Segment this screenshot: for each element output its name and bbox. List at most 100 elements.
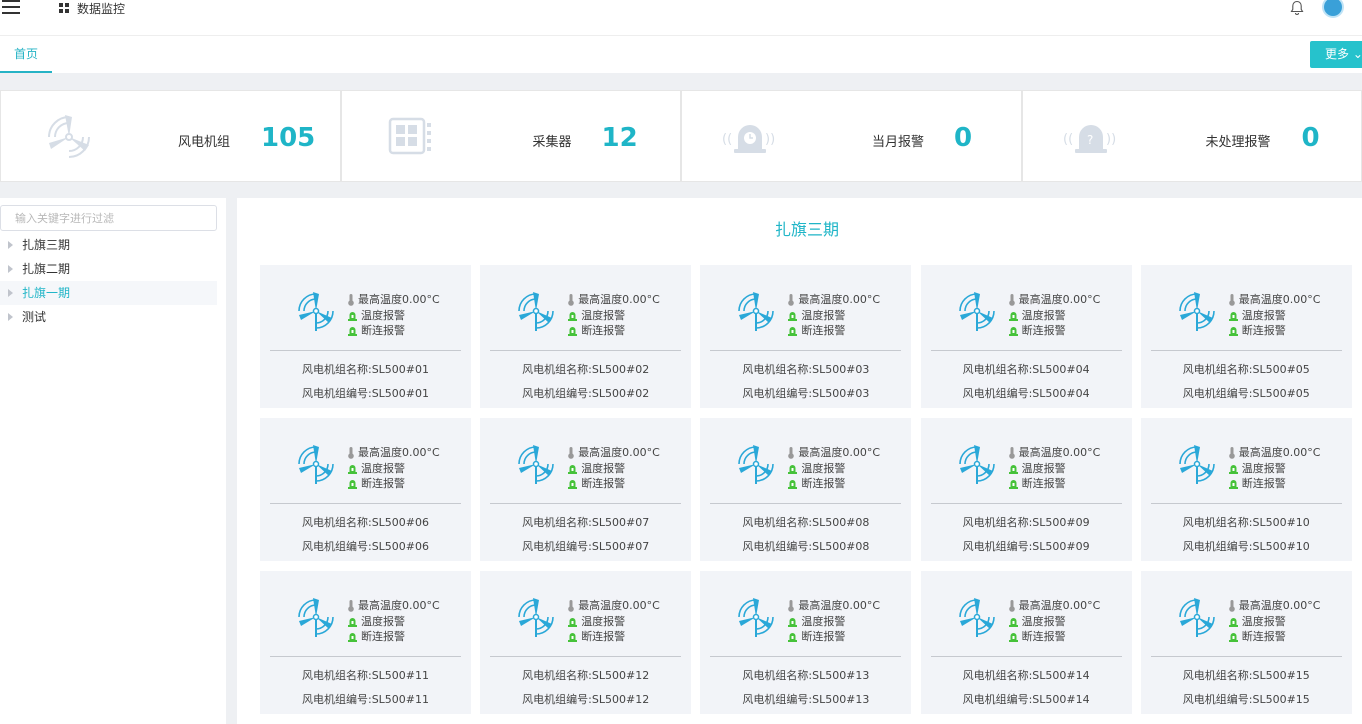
alarm-light-icon [1008, 311, 1018, 321]
svg-text:((: (( [722, 132, 732, 147]
stat-label: 未处理报警 [1205, 135, 1271, 150]
disconnect-alarm-line: 断连报警 [1228, 629, 1321, 645]
turbine-card[interactable]: 最高温度0.00°C 温度报警 断连报警 风电机组名称:SL500#06 风电机… [260, 418, 471, 561]
disconnect-alarm-line: 断连报警 [1008, 476, 1101, 492]
alarm-light-icon [348, 464, 357, 474]
alarm-light-icon [568, 617, 578, 627]
temp-alarm-line: 温度报警 [1228, 308, 1321, 324]
card-status: 最高温度0.00°C 温度报警 断连报警 [348, 445, 440, 492]
card-status: 最高温度0.00°C 温度报警 断连报警 [348, 598, 440, 645]
alarm-light-icon [1008, 633, 1018, 643]
max-temp-line: 最高温度0.00°C [568, 598, 660, 614]
menu-icon[interactable] [2, 0, 20, 14]
tree-item[interactable]: 扎旗二期 [0, 257, 217, 281]
card-divider [930, 503, 1122, 504]
disconnect-alarm-text: 断连报警 [801, 324, 846, 337]
stat-value: 105 [261, 123, 316, 153]
turbine-name: 风电机组名称:SL500#06 [301, 516, 430, 529]
temp-alarm-text: 温度报警 [581, 308, 626, 322]
turbine-name: 风电机组名称:SL500#14 [962, 669, 1090, 682]
bell-icon[interactable] [1289, 0, 1305, 16]
max-temp-line: 最高温度0.00°C [568, 445, 660, 461]
max-temp-text: 最高温度0.00°C [798, 446, 881, 459]
turbine-card[interactable]: 最高温度0.00°C 温度报警 断连报警 风电机组名称:SL500#15 风电机… [1140, 571, 1352, 714]
chevron-down-icon: ⌄ [1352, 47, 1362, 61]
turbine-card[interactable]: 最高温度0.00°C 温度报警 断连报警 风电机组名称:SL500#04 风电机… [920, 265, 1132, 408]
alarm-light-icon [568, 327, 578, 337]
turbine-name: 风电机组名称:SL500#09 [962, 516, 1090, 529]
turbine-name: 风电机组名称:SL500#08 [742, 516, 870, 529]
turbine-card[interactable]: 最高温度0.00°C 温度报警 断连报警 风电机组名称:SL500#01 风电机… [260, 265, 471, 408]
card-divider [490, 656, 682, 657]
card-status: 最高温度0.00°C 温度报警 断连报警 [1008, 598, 1100, 645]
turbine-card[interactable]: 最高温度0.00°C 温度报警 断连报警 风电机组名称:SL500#03 风电机… [700, 265, 912, 408]
turbine-name: 风电机组名称:SL500#07 [522, 516, 650, 529]
disconnect-alarm-line: 断连报警 [348, 323, 440, 339]
card-status: 最高温度0.00°C 温度报警 断连报警 [1228, 292, 1321, 339]
turbine-name: 风电机组名称:SL500#01 [301, 363, 430, 376]
turbine-name: 风电机组名称:SL500#12 [522, 669, 650, 682]
turbine-card[interactable]: 最高温度0.00°C 温度报警 断连报警 风电机组名称:SL500#09 风电机… [920, 418, 1132, 561]
alarm-light-icon [568, 311, 578, 321]
card-status: 最高温度0.00°C 温度报警 断连报警 [788, 445, 880, 492]
temp-alarm-text: 温度报警 [1241, 461, 1286, 475]
temp-alarm-line: 温度报警 [568, 461, 660, 477]
max-temp-line: 最高温度0.00°C [348, 445, 440, 461]
tree-item[interactable]: 扎旗三期 [0, 233, 217, 257]
turbine-card[interactable]: 最高温度0.00°C 温度报警 断连报警 风电机组名称:SL500#02 风电机… [480, 265, 692, 408]
thermometer-icon [568, 599, 574, 612]
thermometer-icon [348, 293, 354, 306]
disconnect-alarm-line: 断连报警 [568, 629, 660, 645]
temp-alarm-line: 温度报警 [568, 308, 660, 324]
disconnect-alarm-text: 断连报警 [581, 324, 626, 337]
turbine-card[interactable]: 最高温度0.00°C 温度报警 断连报警 风电机组名称:SL500#14 风电机… [920, 571, 1132, 714]
temp-alarm-line: 温度报警 [568, 614, 660, 630]
max-temp-text: 最高温度0.00°C [798, 599, 881, 612]
turbine-card[interactable]: 最高温度0.00°C 温度报警 断连报警 风电机组名称:SL500#11 风电机… [260, 571, 471, 714]
thermometer-icon [788, 293, 795, 306]
card-status: 最高温度0.00°C 温度报警 断连报警 [1228, 445, 1320, 492]
tab-home[interactable]: 首页 [0, 36, 52, 73]
alarm-light-icon [348, 327, 357, 337]
disconnect-alarm-line: 断连报警 [788, 323, 880, 339]
grid-icon [59, 3, 69, 13]
stats-row: 风电机组 105 采集器 12 (( )) 当月报警 0 (( )) ? 未处理… [0, 90, 1362, 182]
turbine-card[interactable]: 最高温度0.00°C 温度报警 断连报警 风电机组名称:SL500#12 风电机… [480, 571, 692, 714]
turbine-code: 风电机组编号:SL500#05 [1182, 387, 1310, 400]
wind-turbine-icon [738, 598, 775, 637]
max-temp-line: 最高温度0.00°C [1008, 598, 1100, 614]
max-temp-line: 最高温度0.00°C [1228, 445, 1320, 461]
tree-item[interactable]: 测试 [0, 305, 217, 329]
thermometer-icon [788, 446, 795, 459]
wind-turbine-icon [738, 292, 775, 331]
top-bar: 数据监控 [0, 0, 1362, 36]
avatar[interactable] [1322, 0, 1344, 18]
alarm-light-icon [788, 633, 798, 643]
more-button-label: 更多 [1325, 47, 1350, 61]
svg-text:)): )) [1106, 132, 1116, 147]
card-status: 最高温度0.00°C 温度报警 断连报警 [788, 292, 880, 339]
temp-alarm-text: 温度报警 [581, 461, 626, 475]
tree-item-active[interactable]: 扎旗一期 [0, 281, 217, 305]
turbine-card[interactable]: 最高温度0.00°C 温度报警 断连报警 风电机组名称:SL500#07 风电机… [480, 418, 692, 561]
max-temp-text: 最高温度0.00°C [1018, 446, 1101, 459]
wind-turbine-icon [518, 445, 554, 484]
turbine-card[interactable]: 最高温度0.00°C 温度报警 断连报警 风电机组名称:SL500#08 风电机… [700, 418, 912, 561]
app-title[interactable]: 数据监控 [59, 0, 125, 16]
max-temp-line: 最高温度0.00°C [348, 292, 440, 308]
turbine-card[interactable]: 最高温度0.00°C 温度报警 断连报警 风电机组名称:SL500#13 风电机… [700, 571, 912, 714]
turbine-card[interactable]: 最高温度0.00°C 温度报警 断连报警 风电机组名称:SL500#05 风电机… [1140, 265, 1352, 408]
more-button[interactable]: 更多 ⌄ [1310, 41, 1362, 68]
alarm-clock-icon: (( )) [722, 125, 775, 153]
card-divider [1150, 350, 1342, 351]
tab-bar: 首页 更多 ⌄ [0, 36, 1362, 73]
alarm-light-icon [1008, 464, 1018, 474]
filter-input[interactable] [0, 205, 217, 231]
alarm-light-icon [348, 480, 357, 490]
turbine-code: 风电机组编号:SL500#13 [742, 693, 870, 706]
turbine-name: 风电机组名称:SL500#13 [742, 669, 870, 682]
stat-label: 风电机组 [178, 135, 231, 150]
disconnect-alarm-text: 断连报警 [1021, 324, 1066, 337]
turbine-card[interactable]: 最高温度0.00°C 温度报警 断连报警 风电机组名称:SL500#10 风电机… [1140, 418, 1352, 561]
turbine-code: 风电机组编号:SL500#10 [1182, 540, 1310, 553]
